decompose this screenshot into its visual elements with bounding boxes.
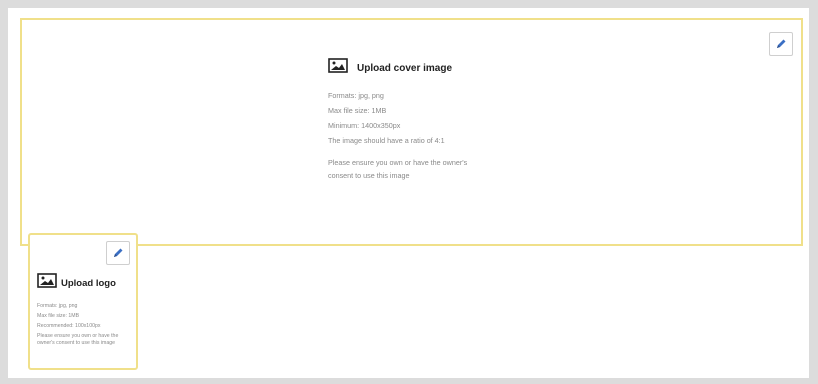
cover-ratio: The image should have a ratio of 4:1 xyxy=(328,136,445,145)
edit-cover-button[interactable] xyxy=(769,32,793,56)
image-icon xyxy=(328,58,348,78)
logo-max-size: Max file size: 1MB xyxy=(37,313,80,319)
cover-consent-note: Please ensure you own or have the owner'… xyxy=(328,158,468,180)
cover-upload-info: Upload cover image Formats: jpg, png Max… xyxy=(328,58,548,182)
logo-upload-area[interactable]: Upload logo Formats: jpg, png Max file s… xyxy=(28,233,138,370)
cover-image-upload-area[interactable]: Upload cover image Formats: jpg, png Max… xyxy=(20,18,803,246)
page-frame: Upload cover image Formats: jpg, png Max… xyxy=(8,8,809,378)
logo-requirements: Formats: jpg, png Max file size: 1MB Rec… xyxy=(37,301,137,331)
cover-formats: Formats: jpg, png xyxy=(328,91,384,100)
cover-requirements: Formats: jpg, png Max file size: 1MB Min… xyxy=(328,88,548,148)
logo-consent-note: Please ensure you own or have the owner'… xyxy=(37,333,119,346)
image-icon xyxy=(37,273,57,293)
logo-upload-title: Upload logo xyxy=(61,277,116,289)
logo-upload-info: Upload logo Formats: jpg, png Max file s… xyxy=(37,273,137,346)
logo-recommended: Recommended: 100x100px xyxy=(37,323,101,329)
logo-formats: Formats: jpg, png xyxy=(37,303,78,309)
cover-minimum: Minimum: 1400x350px xyxy=(328,121,401,130)
cover-max-size: Max file size: 1MB xyxy=(328,106,387,115)
pencil-icon xyxy=(114,248,123,257)
pencil-icon xyxy=(777,39,786,48)
edit-logo-button[interactable] xyxy=(106,241,130,265)
cover-upload-title: Upload cover image xyxy=(357,62,453,74)
